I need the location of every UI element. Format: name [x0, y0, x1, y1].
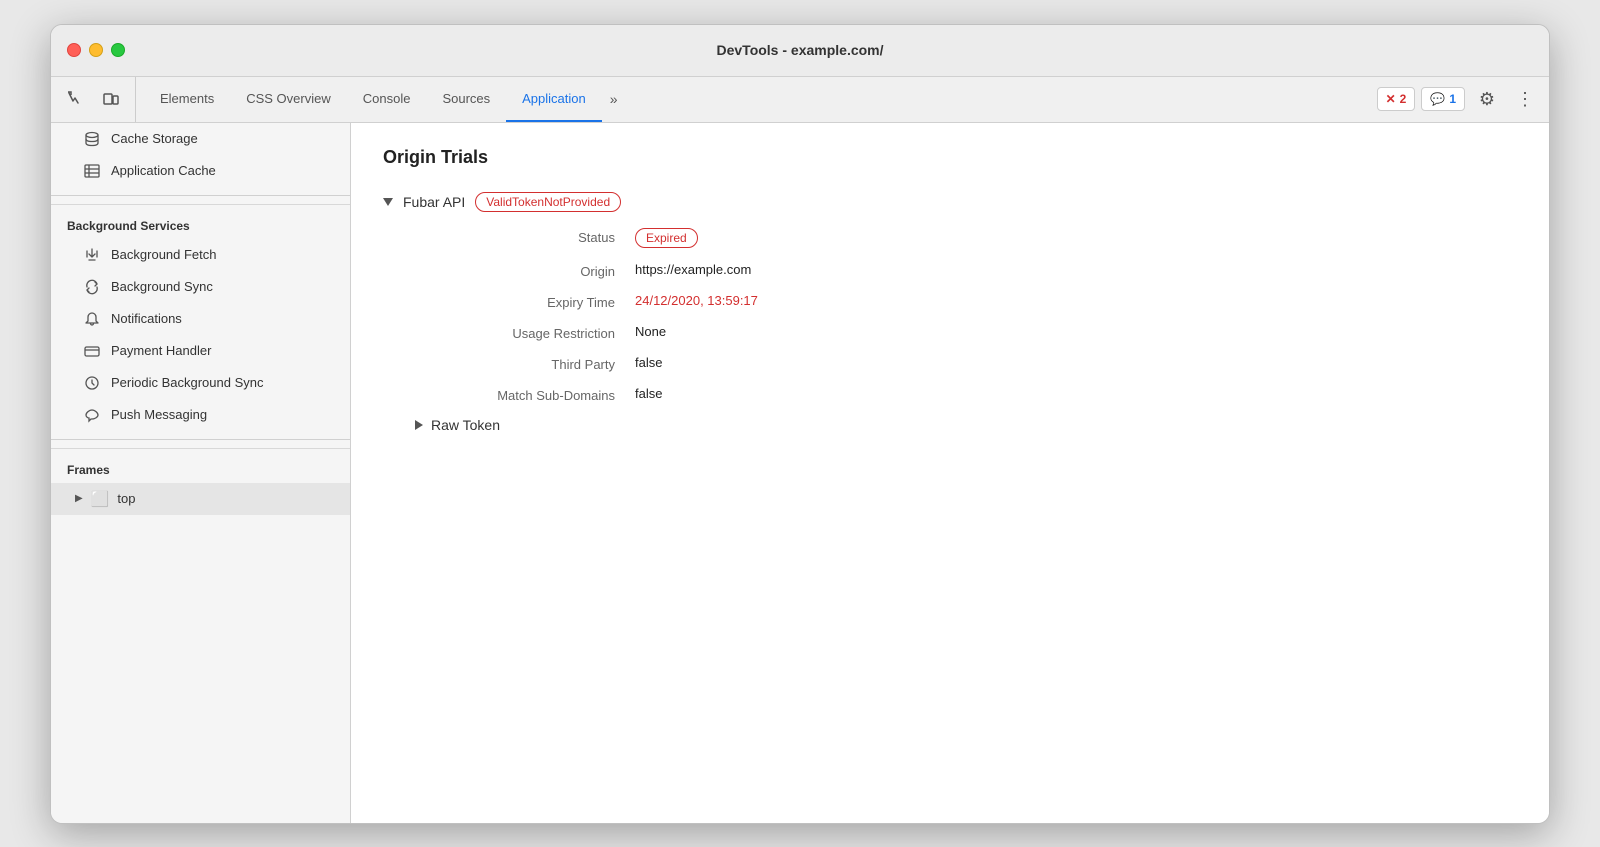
toolbar-devtools-icons	[59, 77, 136, 122]
window-title: DevTools - example.com/	[716, 42, 883, 58]
frames-top-label: top	[117, 491, 135, 506]
origin-row: Origin https://example.com	[383, 262, 1517, 279]
sidebar-item-application-cache[interactable]: Application Cache	[51, 155, 350, 187]
page-title: Origin Trials	[383, 147, 1517, 168]
sidebar-item-notifications[interactable]: Notifications	[51, 303, 350, 335]
error-icon: ✕	[1386, 92, 1396, 106]
content-panel: Origin Trials Fubar API ValidTokenNotPro…	[351, 123, 1549, 823]
application-cache-label: Application Cache	[111, 163, 216, 178]
periodic-bg-sync-icon	[83, 374, 101, 392]
payment-handler-label: Payment Handler	[111, 343, 211, 358]
toolbar-right: ✕ 2 💬 1 ⚙ ⋮	[1377, 77, 1541, 122]
third-party-row: Third Party false	[383, 355, 1517, 372]
match-sub-row: Match Sub-Domains false	[383, 386, 1517, 403]
raw-token-expand-icon	[415, 420, 423, 430]
notifications-label: Notifications	[111, 311, 182, 326]
tab-bar: Elements CSS Overview Console Sources Ap…	[144, 77, 1369, 122]
tab-elements[interactable]: Elements	[144, 77, 230, 122]
origin-label: Origin	[415, 262, 635, 279]
main-content: Cache Storage Application Cache Backgrou…	[51, 123, 1549, 823]
inspect-element-button[interactable]	[59, 83, 91, 115]
maximize-button[interactable]	[111, 43, 125, 57]
sidebar-item-periodic-bg-sync[interactable]: Periodic Background Sync	[51, 367, 350, 399]
third-party-value: false	[635, 355, 662, 370]
device-toggle-button[interactable]	[95, 83, 127, 115]
frames-header: Frames	[51, 448, 350, 483]
tab-sources[interactable]: Sources	[426, 77, 506, 122]
close-button[interactable]	[67, 43, 81, 57]
api-status-badge: ValidTokenNotProvided	[475, 192, 621, 212]
sidebar-item-background-sync[interactable]: Background Sync	[51, 271, 350, 303]
api-section: Fubar API ValidTokenNotProvided Status E…	[383, 192, 1517, 433]
message-icon: 💬	[1430, 92, 1445, 106]
frame-icon: ⬜	[91, 490, 110, 508]
background-sync-label: Background Sync	[111, 279, 213, 294]
status-row: Status Expired	[383, 228, 1517, 248]
tab-css-overview[interactable]: CSS Overview	[230, 77, 347, 122]
match-sub-label: Match Sub-Domains	[415, 386, 635, 403]
settings-button[interactable]: ⚙	[1471, 83, 1503, 115]
api-header-row: Fubar API ValidTokenNotProvided	[383, 192, 1517, 212]
titlebar: DevTools - example.com/	[51, 25, 1549, 77]
expiry-label: Expiry Time	[415, 293, 635, 310]
tab-application[interactable]: Application	[506, 77, 602, 122]
error-count: 2	[1400, 92, 1407, 106]
expiry-value: 24/12/2020, 13:59:17	[635, 293, 758, 308]
sidebar-item-payment-handler[interactable]: Payment Handler	[51, 335, 350, 367]
periodic-bg-sync-label: Periodic Background Sync	[111, 375, 263, 390]
notifications-icon	[83, 310, 101, 328]
push-messaging-label: Push Messaging	[111, 407, 207, 422]
raw-token-label: Raw Token	[431, 417, 500, 433]
toolbar: Elements CSS Overview Console Sources Ap…	[51, 77, 1549, 123]
cache-storage-label: Cache Storage	[111, 131, 198, 146]
expiry-row: Expiry Time 24/12/2020, 13:59:17	[383, 293, 1517, 310]
background-services-header: Background Services	[51, 204, 350, 239]
minimize-button[interactable]	[89, 43, 103, 57]
status-value: Expired	[635, 228, 698, 248]
tab-console[interactable]: Console	[347, 77, 427, 122]
sidebar: Cache Storage Application Cache Backgrou…	[51, 123, 351, 823]
api-name: Fubar API	[403, 194, 465, 210]
origin-value: https://example.com	[635, 262, 751, 277]
usage-label: Usage Restriction	[415, 324, 635, 341]
frames-expand-icon: ▶	[75, 493, 83, 504]
sidebar-item-frames-top[interactable]: ▶ ⬜ top	[51, 483, 350, 515]
sidebar-item-push-messaging[interactable]: Push Messaging	[51, 399, 350, 431]
status-label: Status	[415, 228, 635, 245]
usage-row: Usage Restriction None	[383, 324, 1517, 341]
background-fetch-label: Background Fetch	[111, 247, 217, 262]
more-options-button[interactable]: ⋮	[1509, 83, 1541, 115]
traffic-lights	[67, 43, 125, 57]
cache-storage-icon	[83, 130, 101, 148]
raw-token-row[interactable]: Raw Token	[383, 417, 1517, 433]
push-messaging-icon	[83, 406, 101, 424]
error-count-button[interactable]: ✕ 2	[1377, 87, 1416, 111]
warn-count: 1	[1449, 92, 1456, 106]
match-sub-value: false	[635, 386, 662, 401]
background-fetch-icon	[83, 246, 101, 264]
background-sync-icon	[83, 278, 101, 296]
api-collapse-icon[interactable]	[383, 198, 393, 206]
payment-handler-icon	[83, 342, 101, 360]
warn-count-button[interactable]: 💬 1	[1421, 87, 1465, 111]
sidebar-item-cache-storage[interactable]: Cache Storage	[51, 123, 350, 155]
more-tabs-button[interactable]: »	[602, 77, 626, 122]
usage-value: None	[635, 324, 666, 339]
application-cache-icon	[83, 162, 101, 180]
third-party-label: Third Party	[415, 355, 635, 372]
devtools-window: DevTools - example.com/ Elements	[50, 24, 1550, 824]
sidebar-item-background-fetch[interactable]: Background Fetch	[51, 239, 350, 271]
